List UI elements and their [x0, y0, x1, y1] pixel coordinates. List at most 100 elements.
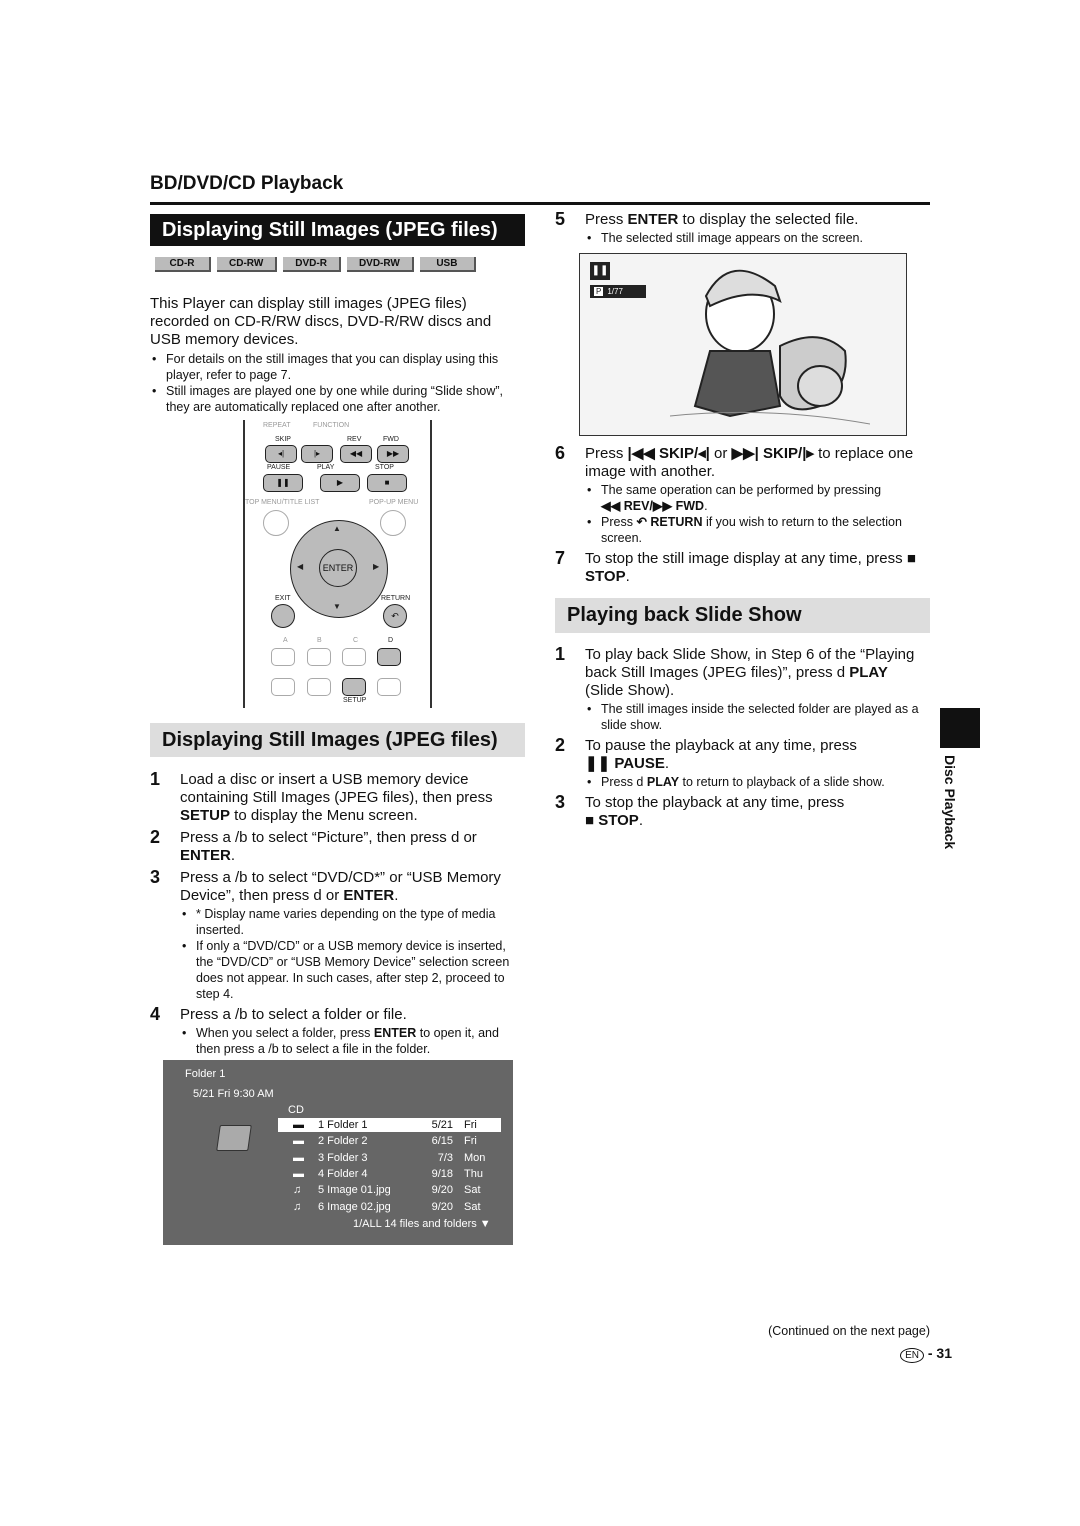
enter-button[interactable]: ENTER — [319, 549, 357, 587]
fwd-button[interactable]: ▶▶ — [377, 445, 409, 463]
play-button[interactable]: ▶ — [320, 474, 360, 492]
row-date: 9/20 — [431, 1200, 453, 1213]
step-text: To stop the still image display at any t… — [585, 550, 907, 567]
step-text: . — [638, 812, 643, 829]
scroll-down-icon[interactable]: ▼ — [480, 1218, 491, 1230]
badge-cd-r: CD-R — [155, 257, 211, 272]
step-bullet: The same operation can be performed by p… — [585, 482, 930, 514]
step-text: To pause the playback at any time, press — [585, 737, 857, 754]
slideshow-step-3: 3 To stop the playback at any time, press… — [555, 792, 930, 830]
side-tab-label: Disc Playback — [930, 755, 970, 865]
badge-cd-rw: CD-RW — [217, 257, 278, 272]
step-text: . — [625, 568, 630, 585]
popup-menu-button[interactable] — [380, 510, 406, 536]
stop-icon: ■ — [585, 812, 599, 829]
step-number: 5 — [555, 209, 566, 229]
left-arrow-icon: ◀ — [297, 562, 304, 571]
step-text: Press a /b to select “Picture”, then pre… — [180, 829, 477, 846]
row-date: 5/21 — [431, 1119, 453, 1131]
step-text: Press a /b to select a folder or file. — [180, 1006, 407, 1023]
step-2: 2 Press a /b to select “Picture”, then pr… — [150, 828, 525, 865]
file-list-row[interactable]: ▬ 4 Folder 4 9/18 Thu — [278, 1167, 501, 1181]
media-badges: CD-R CD-RW DVD-R DVD-RW USB — [155, 257, 476, 272]
folder-icon — [216, 1125, 252, 1151]
step-key: PAUSE — [614, 755, 665, 772]
pause-button[interactable]: ❚❚ — [263, 474, 303, 492]
step-back-icon: ◂| — [698, 445, 710, 462]
label-pause: PAUSE — [267, 464, 291, 471]
step-key: ENTER — [180, 847, 231, 864]
label-exit: EXIT — [275, 595, 291, 602]
row-date: 9/18 — [431, 1167, 453, 1180]
remote-button[interactable] — [377, 678, 401, 696]
step-number: 3 — [555, 792, 566, 812]
row-name: 1 Folder 1 — [318, 1119, 368, 1131]
badge-usb: USB — [419, 257, 476, 272]
row-day: Sat — [464, 1184, 481, 1197]
d-button[interactable] — [377, 648, 401, 666]
a-button[interactable] — [271, 648, 295, 666]
label-rev: REV — [347, 436, 362, 443]
step-forward-icon: |▸ — [802, 445, 814, 462]
step-key: STOP — [598, 812, 639, 829]
file-list-row[interactable]: ▬ 3 Folder 3 7/3 Mon — [278, 1151, 501, 1165]
remote-button[interactable] — [307, 678, 331, 696]
right-arrow-icon: ▶ — [373, 562, 380, 571]
file-count: 1/ALL 14 files and folders — [353, 1218, 477, 1230]
file-list-row[interactable]: ▬ 2 Folder 2 6/15 Fri — [278, 1134, 501, 1148]
row-day: Thu — [464, 1167, 483, 1180]
label-repeat: REPEAT — [263, 422, 291, 429]
step-text: Press a /b to select “DVD/CD*” or “USB M… — [180, 869, 501, 904]
file-list-row[interactable]: ♫ 6 Image 02.jpg 9/20 Sat — [278, 1200, 501, 1214]
counter-text: 1/77 — [607, 287, 623, 296]
badge-dvd-rw: DVD-RW — [346, 257, 414, 272]
step-text: to display the Menu screen. — [230, 807, 418, 824]
row-date: 7/3 — [437, 1151, 453, 1164]
stop-button[interactable]: ■ — [367, 474, 407, 492]
continued-note: (Continued on the next page) — [768, 1324, 930, 1338]
step-key: ENTER — [343, 887, 395, 904]
row-day: Fri — [464, 1135, 477, 1148]
bullet-text: Press — [601, 515, 637, 529]
slideshow-step-2: 2 To pause the playback at any time, pres… — [555, 736, 930, 790]
label-b: B — [317, 637, 322, 644]
slideshow-step-1: 1 To play back Slide Show, in Step 6 of t… — [555, 645, 930, 733]
return-button[interactable]: ↶ — [383, 604, 407, 628]
step-number: 3 — [150, 867, 161, 887]
top-menu-button[interactable] — [263, 510, 289, 536]
file-browser-screen: Folder 1 5/21 Fri 9:30 AM CD ▬ 1 Folder … — [163, 1060, 513, 1245]
music-note-icon: ♫ — [293, 1200, 302, 1213]
setup-button[interactable] — [342, 678, 366, 696]
step-text: (Slide Show). — [585, 682, 675, 699]
b-button[interactable] — [307, 648, 331, 666]
step-text: Press — [585, 445, 628, 462]
row-day: Sat — [464, 1200, 481, 1213]
step-key: ENTER — [627, 211, 679, 228]
bullet-text: When you select a folder, press — [196, 1026, 374, 1040]
badge-dvd-r: DVD-R — [283, 257, 341, 272]
remote-control-illustration: REPEAT FUNCTION SKIP REV FWD ◂| |▸ ◀◀ ▶▶… — [243, 420, 432, 708]
c-button[interactable] — [342, 648, 366, 666]
step-text: . — [394, 887, 399, 904]
step-text: Load a disc or insert a USB memory devic… — [180, 771, 493, 806]
row-name: 5 Image 01.jpg — [318, 1184, 391, 1197]
down-arrow-icon: ▼ — [333, 602, 341, 611]
up-arrow-icon: ▲ — [333, 524, 341, 533]
language-icon: EN — [900, 1348, 924, 1363]
file-list-row[interactable]: ▬ 1 Folder 1 5/21 Fri — [278, 1118, 501, 1132]
step-bullet: The selected still image appears on the … — [585, 230, 930, 246]
file-list-row[interactable]: ♫ 5 Image 01.jpg 9/20 Sat — [278, 1183, 501, 1197]
label-play: PLAY — [317, 464, 335, 471]
rev-button[interactable]: ◀◀ — [340, 445, 372, 463]
step-bullet: When you select a folder, press ENTER to… — [180, 1025, 525, 1057]
step-number: 6 — [555, 443, 566, 463]
skip-forward-button[interactable]: |▸ — [301, 445, 333, 463]
folder-icon: ▬ — [293, 1167, 304, 1180]
return-icon: ↶ — [636, 515, 651, 529]
exit-button[interactable] — [271, 604, 295, 628]
bullet-key: RETURN — [650, 515, 703, 529]
remote-button[interactable] — [271, 678, 295, 696]
step-bullet: Press ↶ RETURN if you wish to return to … — [585, 514, 930, 546]
side-tab-text: Disc Playback — [942, 755, 958, 850]
skip-back-button[interactable]: ◂| — [265, 445, 297, 463]
